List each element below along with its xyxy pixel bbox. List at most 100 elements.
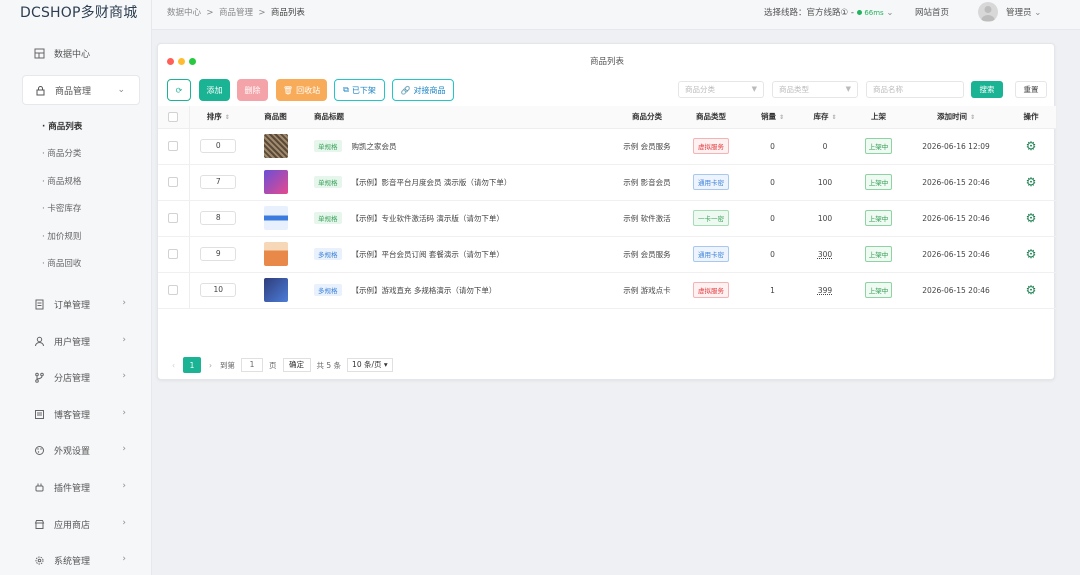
gear-icon[interactable]: ⚙ [1026,175,1037,189]
route-selector[interactable]: 选择线路：官方线路① - 66ms ⌄ [764,6,894,18]
add-button[interactable]: 添加 [199,79,230,101]
sidebar-item-label: 插件管理 [54,483,91,494]
product-title[interactable]: 购凯之家会员 [352,142,397,151]
breadcrumb-item[interactable]: 数据中心 [167,8,201,18]
status-badge[interactable]: 上架中 [864,282,893,298]
sidebar: DCSHOP多财商城 数据中心 商品管理 ⌄ · 商品列表 · 商品分类 · 商… [0,0,152,575]
product-thumbnail[interactable] [263,242,288,266]
refresh-button[interactable]: ⟳ [167,79,191,101]
sidebar-item-appearance[interactable]: 外观设置 › [22,435,140,465]
spec-badge: 多规格 [314,284,342,296]
sidebar-sub-product-list[interactable]: · 商品列表 [42,120,82,132]
recycle-bin-button[interactable]: 🗑 回收站 [276,79,327,101]
dashboard-icon [32,46,46,60]
reset-button[interactable]: 重置 [1015,81,1047,98]
product-title[interactable]: 【示例】专业软件激活码 演示版（请勿下单） [352,214,504,223]
select-all-checkbox[interactable] [168,111,179,122]
sidebar-item-branches[interactable]: 分店管理 › [22,362,140,392]
next-page-icon[interactable]: › [209,361,212,370]
admin-name: 管理员 [1006,8,1032,18]
sidebar-item-dashboard[interactable]: 数据中心 [22,38,140,68]
gear-icon[interactable]: ⚙ [1026,139,1037,153]
gear-icon[interactable]: ⚙ [1026,283,1037,297]
sort-icon[interactable]: ⇕ [970,114,975,121]
product-title[interactable]: 【示例】影音平台月度会员 演示版（请勿下单） [352,178,512,187]
type-select[interactable]: 商品类型 ▼ [772,81,858,98]
breadcrumb: 数据中心 > 商品管理 > 商品列表 [167,6,305,18]
row-checkbox[interactable] [168,213,179,223]
sidebar-item-label: 分店管理 [54,373,91,384]
refresh-icon: ⟳ [175,85,183,95]
site-home-link[interactable]: 网站首页 [915,6,949,18]
sidebar-item-blog[interactable]: 博客管理 › [22,399,140,429]
goto-confirm-button[interactable]: 确定 [282,358,311,372]
header-stock[interactable]: 库存 ⇕ [799,106,851,129]
sort-icon[interactable]: ⇕ [831,114,836,121]
sidebar-item-label: 博客管理 [54,410,91,421]
row-checkbox[interactable] [168,177,179,187]
sidebar-item-plugins[interactable]: 插件管理 › [22,472,140,502]
sidebar-sub-product-spec[interactable]: · 商品规格 [42,175,81,187]
status-badge[interactable]: 上架中 [864,210,893,226]
select-all-cell[interactable] [158,106,189,129]
product-title[interactable]: 【示例】游戏直充 多规格演示（请勿下单） [352,286,497,295]
sidebar-item-users[interactable]: 用户管理 › [22,326,140,356]
breadcrumb-item[interactable]: 商品管理 [219,8,253,18]
row-checkbox[interactable] [168,141,179,151]
stock-value[interactable]: 399 [818,286,832,295]
sidebar-sub-product-recycle[interactable]: · 商品回收 [42,257,81,269]
row-checkbox[interactable] [168,249,179,259]
header-sort[interactable]: 排序 ⇕ [188,106,247,129]
dock-products-button[interactable]: 🔗 对接商品 [392,79,454,101]
page-size-select[interactable]: 10 条/页 ▾ [347,358,393,372]
sidebar-item-app-store[interactable]: 应用商店 › [22,509,140,539]
delete-button[interactable]: 删除 [237,79,268,101]
time-cell: 2026-06-15 20:46 [906,164,1006,201]
stock-value[interactable]: 300 [818,250,832,259]
header-time[interactable]: 添加时间 ⇕ [906,106,1006,129]
page-button-current[interactable]: 1 [183,357,201,373]
product-name-input[interactable]: 商品名称 [866,81,964,98]
lock-icon [33,83,47,97]
avatar[interactable] [978,2,998,22]
sidebar-sub-markup-rules[interactable]: · 加价规则 [42,230,81,242]
product-thumbnail[interactable] [263,170,288,194]
sort-input[interactable]: 8 [200,211,237,225]
total-count: 共 5 条 [316,360,342,370]
product-thumbnail[interactable] [263,134,288,158]
status-badge[interactable]: 上架中 [864,246,893,262]
search-button[interactable]: 搜索 [971,81,1003,98]
sort-icon[interactable]: ⇕ [779,114,784,121]
type-placeholder: 商品类型 [779,85,809,94]
sort-input[interactable]: 7 [200,175,237,189]
sort-input[interactable]: 9 [200,247,237,261]
gear-icon[interactable]: ⚙ [1026,247,1037,261]
chevron-right-icon: › [122,554,126,564]
off-shelf-button[interactable]: ⧉ 已下架 [334,79,385,101]
sidebar-item-system[interactable]: 系统管理 › [22,545,140,575]
product-title[interactable]: 【示例】平台会员订阅 套餐演示（请勿下单） [352,250,504,259]
admin-menu[interactable]: 管理员 ⌄ [1006,6,1041,18]
category-select[interactable]: 商品分类 ▼ [678,81,764,98]
sidebar-item-orders[interactable]: 订单管理 › [22,289,140,319]
sort-input[interactable]: 10 [200,283,237,297]
prev-page-icon[interactable]: ‹ [172,361,175,370]
product-thumbnail[interactable] [263,278,288,302]
status-badge[interactable]: 上架中 [864,138,893,154]
sidebar-sub-product-category[interactable]: · 商品分类 [42,147,81,159]
spec-badge: 单规格 [314,140,342,152]
goto-page-input[interactable]: 1 [241,358,263,372]
sort-icon[interactable]: ⇕ [225,114,230,121]
row-checkbox[interactable] [168,285,179,295]
product-thumbnail[interactable] [263,206,288,230]
chevron-down-icon: ⌄ [886,8,894,18]
header-sales[interactable]: 销量 ⇕ [746,106,799,129]
dropdown-arrow-icon: ▼ [845,85,851,93]
gear-icon[interactable]: ⚙ [1026,211,1037,225]
sidebar-sub-card-stock[interactable]: · 卡密库存 [42,202,81,214]
sidebar-item-products[interactable]: 商品管理 ⌄ [22,75,140,105]
page-unit-label: 页 [269,360,277,370]
header-image: 商品图 [247,106,304,129]
status-badge[interactable]: 上架中 [864,174,893,190]
sort-input[interactable]: 0 [200,139,237,153]
